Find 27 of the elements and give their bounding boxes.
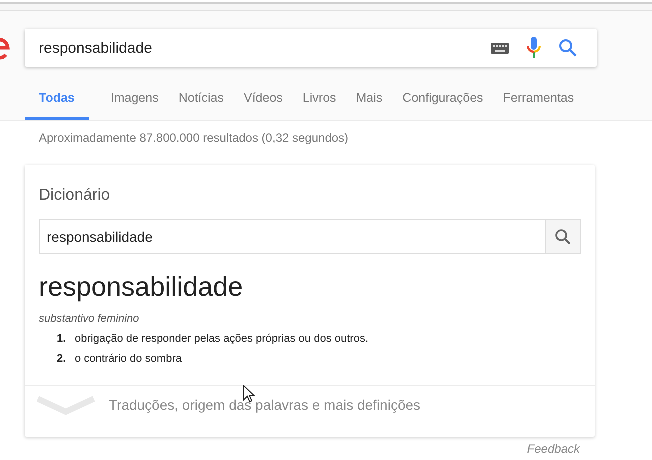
result-stats: Aproximadamente 87.800.000 resultados (0,32 segundos) bbox=[39, 131, 350, 145]
microphone-icon[interactable] bbox=[527, 37, 541, 59]
keyboard-icon[interactable] bbox=[491, 42, 509, 54]
definition-number: 2. bbox=[57, 353, 68, 365]
search-field[interactable]: responsabilidade bbox=[25, 29, 597, 67]
definition-number: 1. bbox=[57, 333, 68, 345]
search-button[interactable] bbox=[545, 219, 581, 254]
part-of-speech: substantivo feminino bbox=[39, 313, 140, 325]
dictionary-search-input[interactable]: responsabilidade bbox=[39, 219, 545, 254]
search-input[interactable]: responsabilidade bbox=[39, 40, 473, 56]
nav-tab[interactable]: Notícias bbox=[178, 83, 224, 120]
nav-tab[interactable]: Configurações bbox=[402, 83, 484, 120]
definition-text: obrigação de responder pelas ações próprias ou dos outros. bbox=[75, 333, 369, 345]
nav-tab[interactable]: Ferramentas bbox=[503, 83, 574, 120]
headword: responsabilidade bbox=[39, 272, 244, 303]
card-title: Dicionário bbox=[39, 187, 112, 205]
nav-tab[interactable]: Vídeos bbox=[244, 83, 283, 120]
nav-tab[interactable]: Imagens bbox=[110, 83, 159, 120]
nav-tab[interactable]: Livros bbox=[302, 83, 336, 120]
nav-tab[interactable]: Todas bbox=[25, 83, 89, 120]
logo-icon bbox=[0, 36, 10, 60]
search-icon[interactable] bbox=[559, 39, 577, 57]
definition-text: o contrário do sombra bbox=[75, 353, 182, 365]
feedback-link[interactable]: Feedback bbox=[527, 442, 580, 456]
nav-tab[interactable]: Mais bbox=[356, 83, 383, 120]
search-icon bbox=[555, 228, 571, 244]
more-definitions-link[interactable]: Traduções, origem das palavras e mais definições bbox=[109, 397, 421, 413]
